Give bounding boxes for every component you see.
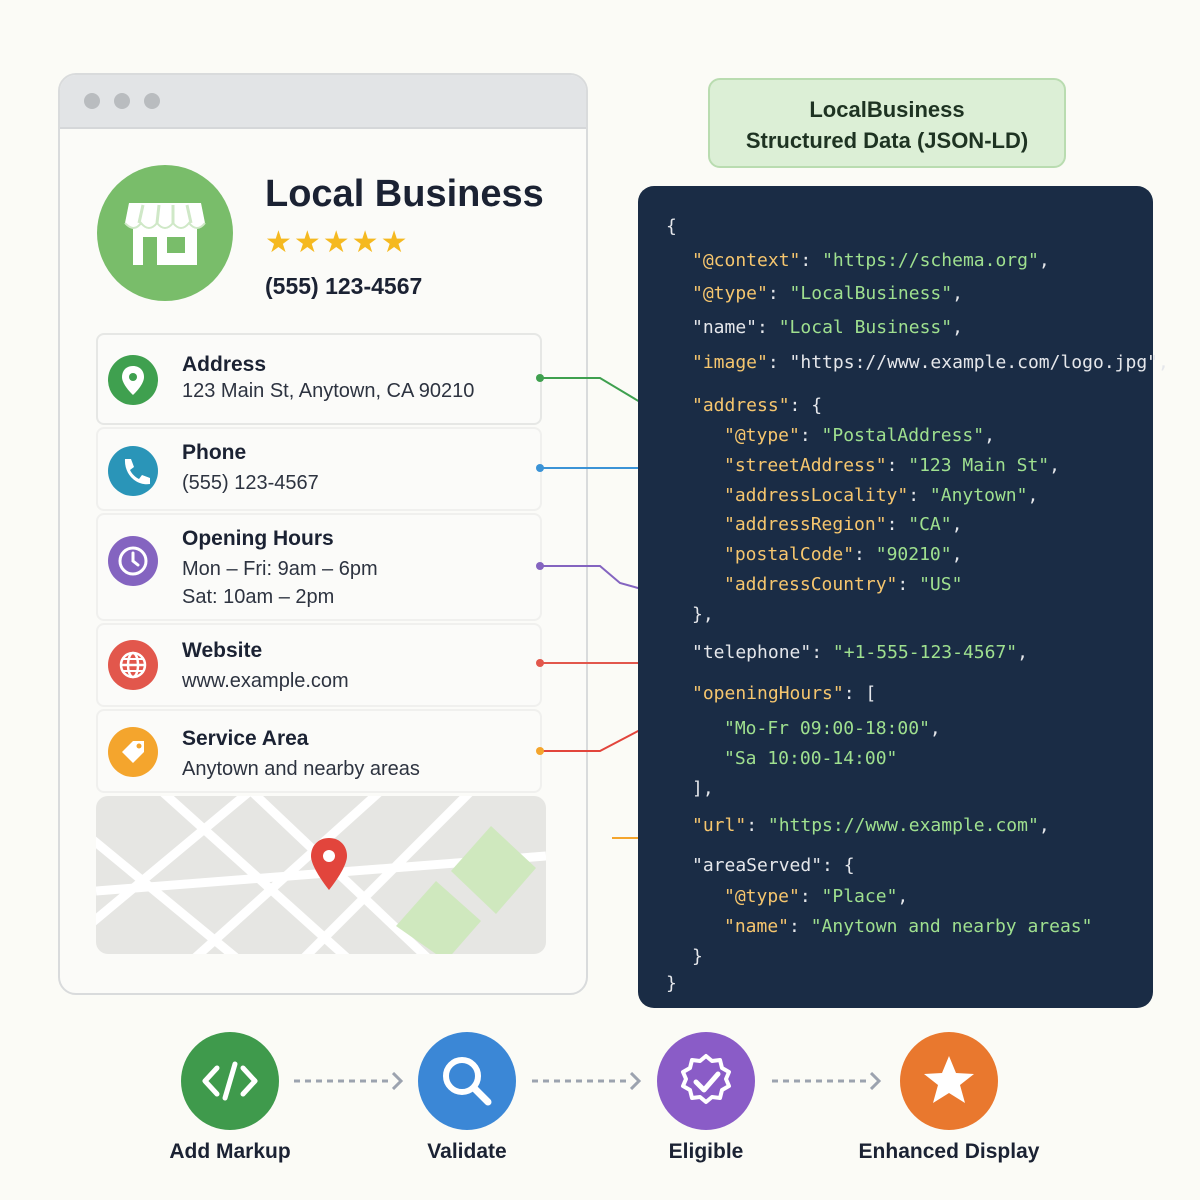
code-icon (202, 1061, 258, 1101)
enhanced-display-step[interactable] (900, 1032, 998, 1130)
jsonld-title-line1: LocalBusiness (809, 97, 965, 122)
code-line: } (692, 946, 703, 967)
code-line: "addressRegion": "CA", (724, 514, 963, 535)
eligible-label: Eligible (668, 1140, 744, 1163)
jsonld-title-line2: Structured Data (JSON-LD) (745, 128, 1029, 153)
code-line: "name": "Local Business", (692, 317, 963, 338)
validate-label: Validate (427, 1140, 507, 1163)
code-line: "streetAddress": "123 Main St", (724, 455, 1060, 476)
flow-arrow-icon (532, 1079, 630, 1083)
code-line: "name": "Anytown and nearby areas" (724, 916, 1093, 937)
code-line: "postalCode": "90210", (724, 544, 963, 565)
code-line: { (666, 216, 677, 237)
flow-arrow-icon (294, 1079, 392, 1083)
code-line: "@type": "LocalBusiness", (692, 283, 963, 304)
add-markup-step[interactable] (181, 1032, 279, 1130)
enhanced-display-label: Enhanced Display (858, 1140, 1040, 1163)
code-line: "address": { (692, 395, 823, 416)
eligible-step[interactable] (657, 1032, 755, 1130)
code-line: "areaServed": { (692, 855, 855, 876)
code-line: "url": "https://www.example.com", (692, 815, 1050, 836)
code-line: } (666, 973, 677, 994)
jsonld-code-block: { "@context": "https://schema.org", "@ty… (638, 186, 1169, 1008)
code-line: "openingHours": [ (692, 683, 877, 704)
code-line: "addressLocality": "Anytown", (724, 485, 1039, 506)
code-line: "@type": "Place", (724, 886, 909, 907)
arrow-head-icon (870, 1072, 882, 1090)
jsonld-title: LocalBusiness Structured Data (JSON-LD) (708, 78, 1066, 168)
add-markup-label: Add Markup (169, 1140, 291, 1163)
arrow-head-icon (392, 1072, 404, 1090)
star-icon (924, 1056, 974, 1103)
search-icon (443, 1057, 492, 1106)
code-line: ], (692, 778, 714, 799)
code-line: "telephone": "+1-555-123-4567", (692, 642, 1028, 663)
flow-arrow-icon (772, 1079, 870, 1083)
code-line: "Mo-Fr 09:00-18:00", (724, 718, 941, 739)
code-line: "@context": "https://schema.org", (692, 250, 1050, 271)
validate-step[interactable] (418, 1032, 516, 1130)
code-line: }, (692, 604, 714, 625)
check-badge-icon (681, 1054, 731, 1104)
code-line: "Sa 10:00-14:00" (724, 748, 898, 769)
code-line: "addressCountry": "US" (724, 574, 963, 595)
code-line: "image": "https://www.example.com/logo.j… (692, 352, 1169, 373)
code-line: "@type": "PostalAddress", (724, 425, 995, 446)
arrow-head-icon (630, 1072, 642, 1090)
